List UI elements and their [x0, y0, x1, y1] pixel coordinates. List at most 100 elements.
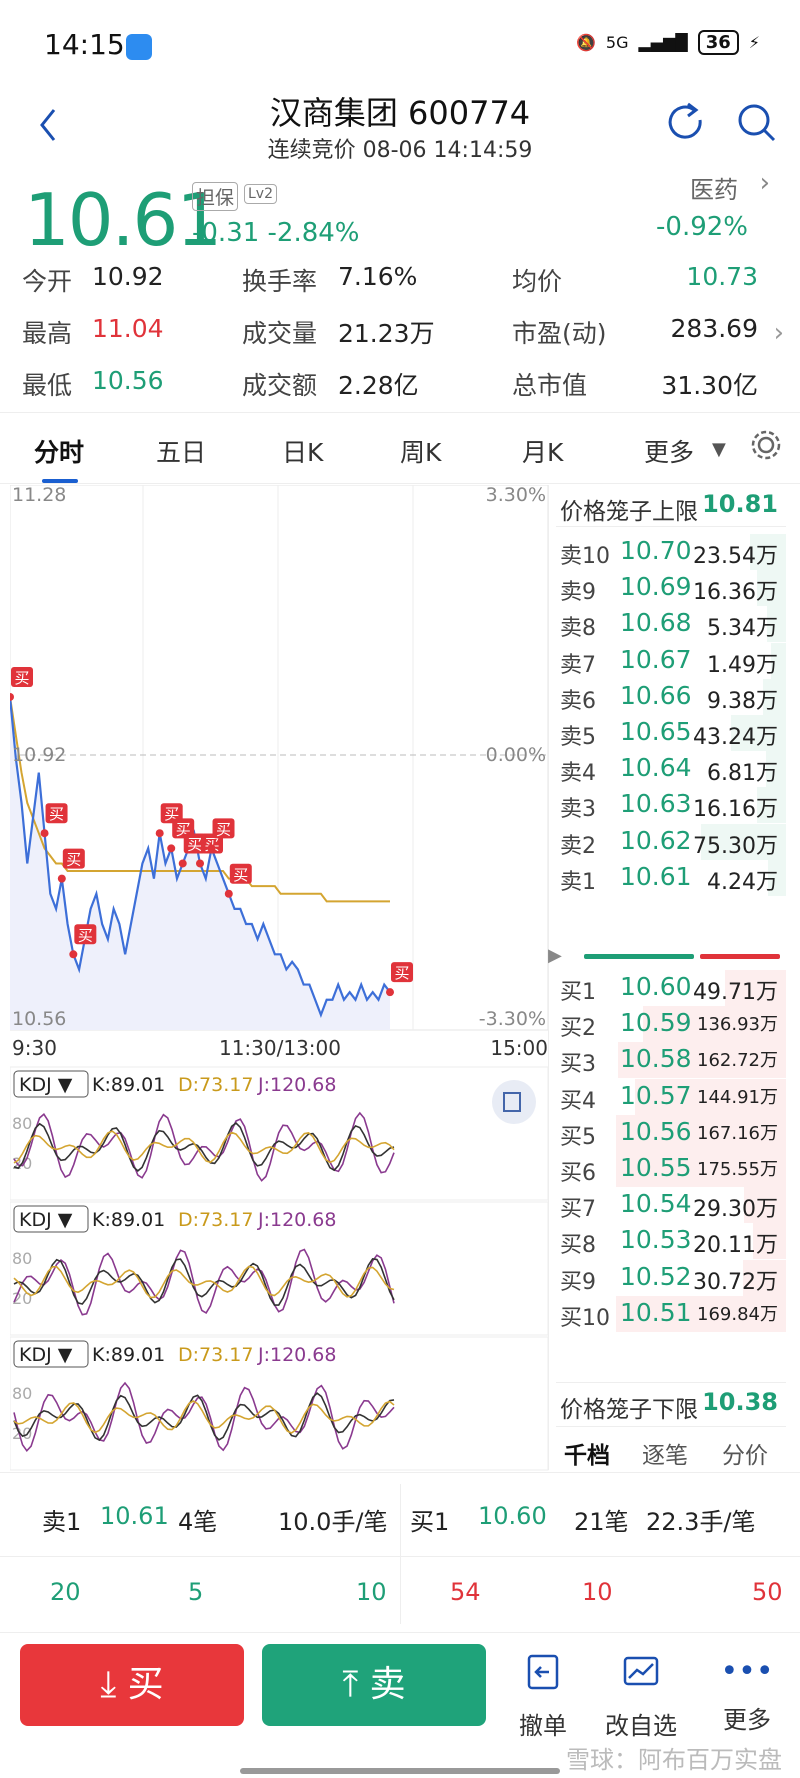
tab-thousand-levels[interactable]: 千档	[564, 1436, 610, 1470]
gear-icon	[751, 430, 781, 460]
dropdown-triangle-icon[interactable]: ▼	[712, 439, 726, 460]
kdj-line	[13, 1381, 395, 1452]
bid-row[interactable]: 买1 10.60 49.71万	[556, 968, 786, 1008]
buy1-avg: 22.3手/笔	[646, 1508, 756, 1536]
level-volume: 20.11万	[693, 1233, 778, 1259]
bid-row[interactable]: 买7 10.54 29.30万	[556, 1185, 786, 1225]
stat-label[interactable]: 市盈(动)	[512, 314, 607, 350]
more-label: 更多	[723, 1706, 771, 1734]
ask-row[interactable]: 卖9 10.69 16.36万	[556, 568, 786, 608]
level-volume: 162.72万	[697, 1050, 778, 1072]
svg-text:80: 80	[12, 1114, 32, 1133]
sector-change: -0.92%	[656, 212, 748, 242]
y-axis-top-label: 11.28	[12, 485, 66, 506]
bid-row[interactable]: 买4 10.57 144.91万	[556, 1077, 786, 1117]
ask-row[interactable]: 卖7 10.67 1.49万	[556, 641, 786, 681]
buy-button[interactable]: ⤓ 买	[20, 1644, 244, 1726]
level-label: 卖3	[560, 797, 596, 823]
level-volume: 5.34万	[707, 616, 778, 642]
ask-row[interactable]: 卖6 10.66 9.38万	[556, 677, 786, 717]
sell-queue-item: 5	[188, 1578, 204, 1606]
intraday-chart[interactable]: 买买买买买买买买买买买 11.28 10.92 10.56 3.30% 0.00…	[10, 485, 550, 1485]
ask-row[interactable]: 卖5 10.65 43.24万	[556, 713, 786, 753]
tab-weekly-k[interactable]: 周K	[400, 433, 441, 469]
divider	[556, 1426, 786, 1427]
kdj-selector[interactable]: KDJ ▼	[19, 1344, 73, 1366]
level-volume: 9.38万	[707, 688, 778, 714]
svg-text:买: 买	[216, 820, 231, 838]
level-price: 10.69	[620, 572, 692, 602]
buy-label: 买	[127, 1664, 164, 1705]
active-tab-indicator	[42, 479, 78, 483]
more-button[interactable]: ••• 更多	[702, 1652, 792, 1735]
bid-row[interactable]: 买8 10.53 20.11万	[556, 1221, 786, 1261]
upload-arrow-icon: ⤒	[342, 1664, 370, 1705]
sell1-orders: 4笔	[178, 1508, 218, 1536]
tab-5day[interactable]: 五日	[156, 433, 206, 469]
tab-daily-k[interactable]: 日K	[282, 433, 323, 469]
buy-strength-bar	[700, 954, 780, 959]
tab-monthly-k[interactable]: 月K	[522, 433, 563, 469]
rotate-button[interactable]	[492, 1080, 536, 1124]
stat-value: 7.16%	[338, 262, 418, 291]
level-volume: 49.71万	[693, 980, 778, 1005]
ask-row[interactable]: 卖2 10.62 75.30万	[556, 822, 786, 862]
bid-row[interactable]: 买6 10.55 175.55万	[556, 1149, 786, 1189]
sell-button[interactable]: ⤒ 卖	[262, 1644, 486, 1726]
svg-text:买: 买	[78, 926, 93, 944]
mute-icon: 🔕	[575, 33, 596, 52]
level-label: 买8	[560, 1233, 596, 1259]
collapse-triangle-icon[interactable]: ▶	[548, 945, 562, 966]
divider	[0, 1632, 800, 1633]
settings-button[interactable]	[748, 427, 784, 469]
level-volume: 136.93万	[697, 1014, 778, 1036]
level-tag: Lv2	[244, 184, 277, 204]
level-price: 10.68	[620, 608, 692, 638]
level-volume: 6.81万	[707, 761, 778, 787]
kdj-k: K:89.01	[92, 1074, 165, 1096]
home-indicator[interactable]	[240, 1768, 560, 1774]
bid-row[interactable]: 买5 10.56 167.16万	[556, 1113, 786, 1153]
svg-text:80: 80	[12, 1249, 32, 1268]
level-label: 卖4	[560, 761, 596, 787]
search-button[interactable]	[734, 98, 778, 148]
refresh-button[interactable]	[664, 98, 708, 148]
level-price: 10.65	[620, 717, 692, 746]
sector-link[interactable]: 医药	[690, 170, 738, 205]
tab-tick-by-tick[interactable]: 逐笔	[642, 1436, 688, 1470]
sell-queue-item: 20	[50, 1578, 81, 1606]
ask-row[interactable]: 卖8 10.68 5.34万	[556, 604, 786, 644]
average-price-line	[10, 696, 390, 903]
y-axis-bottom-label: 10.56	[12, 1008, 66, 1030]
kdj-selector[interactable]: KDJ ▼	[19, 1074, 73, 1096]
cancel-order-button[interactable]: 撤单	[498, 1652, 588, 1741]
level-label: 买3	[560, 1052, 596, 1078]
kdj-panel[interactable]: KDJ ▼ K:89.01 D:73.17 J:120.688020	[10, 1336, 549, 1471]
tab-intraday[interactable]: 分时	[34, 433, 84, 469]
tab-more[interactable]: 更多	[644, 433, 694, 469]
ask-row[interactable]: 卖4 10.64 6.81万	[556, 749, 786, 789]
kdj-j: J:120.68	[257, 1344, 337, 1366]
chevron-right-icon[interactable]: ›	[774, 318, 784, 348]
stat-label: 换手率	[242, 267, 318, 296]
bid-row[interactable]: 买10 10.51 169.84万	[556, 1294, 786, 1334]
bid-row[interactable]: 买9 10.52 30.72万	[556, 1258, 786, 1298]
kdj-selector[interactable]: KDJ ▼	[19, 1209, 73, 1231]
kdj-d: D:73.17	[178, 1209, 253, 1231]
ask-row[interactable]: 卖10 10.70 23.54万	[556, 532, 786, 572]
level-label: 买7	[560, 1197, 596, 1223]
edit-watchlist-button[interactable]: 改自选	[596, 1652, 686, 1741]
sell-queue-item: 10	[356, 1578, 387, 1606]
chevron-right-icon[interactable]: ›	[760, 168, 770, 198]
ask-row[interactable]: 卖1 10.61 4.24万	[556, 858, 786, 898]
ask-row[interactable]: 卖3 10.63 16.16万	[556, 785, 786, 825]
kdj-panel[interactable]: KDJ ▼ K:89.01 D:73.17 J:120.688020	[10, 1201, 549, 1336]
kdj-k: K:89.01	[92, 1344, 165, 1366]
price-cage-lower-label: 价格笼子下限	[560, 1397, 698, 1423]
level-price: 10.54	[620, 1189, 692, 1219]
tab-price-distribution[interactable]: 分价	[722, 1436, 768, 1470]
cancel-order-label: 撤单	[519, 1712, 567, 1740]
kdj-panel[interactable]: KDJ ▼ K:89.01 D:73.17 J:120.688020	[10, 1066, 549, 1201]
bid-row[interactable]: 买3 10.58 162.72万	[556, 1040, 786, 1080]
bid-row[interactable]: 买2 10.59 136.93万	[556, 1004, 786, 1044]
